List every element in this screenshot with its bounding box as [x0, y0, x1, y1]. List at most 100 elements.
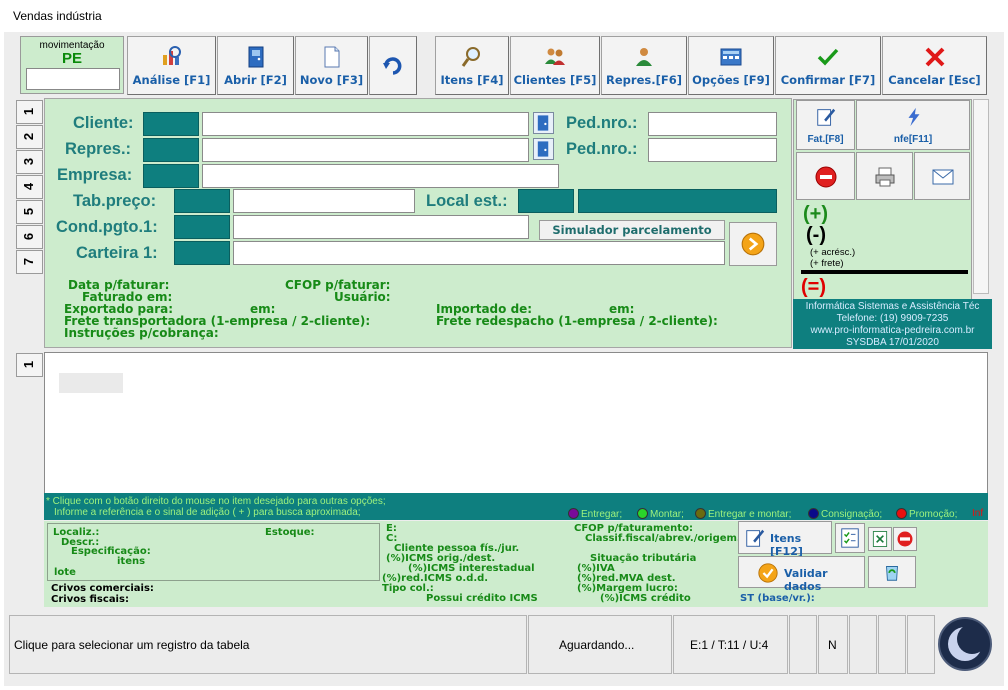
refresh-button[interactable]: [369, 36, 417, 95]
status-state-cell: Aguardando...: [528, 615, 672, 674]
legend-montar-label: Montar;: [650, 509, 684, 520]
grid-tab-1-label: 1: [21, 360, 37, 369]
tab-7-label: 7: [21, 257, 37, 266]
title-bar: Vendas indústria: [0, 0, 1008, 32]
cliente-name-field[interactable]: [202, 112, 529, 136]
grid-selected-cell[interactable]: [59, 373, 123, 393]
equals-sign: (=): [801, 276, 826, 298]
repres-button[interactable]: Repres.[F6]: [601, 36, 687, 95]
edit-document-icon: [746, 529, 765, 547]
open-door-icon: [248, 46, 263, 68]
itens-f12-button[interactable]: Itens [F12]: [738, 521, 832, 558]
clientes-button[interactable]: Clientes [F5]: [510, 36, 600, 95]
email-button[interactable]: [914, 152, 970, 200]
abrir-button[interactable]: Abrir [F2]: [217, 36, 294, 95]
tab-2[interactable]: 2: [16, 125, 43, 149]
checklist-icon: [841, 528, 859, 548]
tab-7[interactable]: 7: [16, 250, 43, 274]
cond-pgto-code-field[interactable]: [174, 215, 230, 239]
fat-button[interactable]: Fat.[F8]: [796, 100, 855, 150]
grid-tab-1[interactable]: 1: [16, 353, 43, 377]
envelope-icon: [932, 169, 954, 185]
tab-preco-name-field[interactable]: [233, 189, 415, 213]
empresa-code-field[interactable]: [143, 164, 199, 188]
movimentacao-input[interactable]: [26, 68, 120, 90]
legend-entregar-montar-label: Entregar e montar;: [708, 509, 792, 520]
repres-lookup-button[interactable]: [533, 138, 554, 160]
consignacao-dot: [808, 508, 819, 519]
tab-preco-code-field[interactable]: [174, 189, 230, 213]
status-empty-cell-4: [907, 615, 935, 674]
local-est-name-field[interactable]: [578, 189, 777, 213]
window-title: Vendas indústria: [13, 9, 102, 23]
refresh-arrow-icon: [383, 57, 402, 75]
st-base-label: ST (base/vr.):: [740, 593, 815, 604]
legend-consignacao-label: Consignação;: [821, 509, 883, 520]
company-name: Informática Sistemas e Assistência Téc: [805, 301, 980, 312]
opcoes-button[interactable]: Opções [F9]: [688, 36, 774, 95]
cliente-code-field[interactable]: [143, 112, 199, 136]
ped-nro-label-2: Ped.nro.:: [566, 140, 638, 158]
status-counters: E:1 / T:11 / U:4: [690, 638, 769, 652]
minus-sign: (-): [806, 224, 826, 246]
legend-consignacao: Consignação;: [808, 508, 882, 520]
remove-item-button[interactable]: [893, 527, 917, 551]
items-grid[interactable]: [44, 352, 988, 494]
icms-credito-label: (%)ICMS crédito: [600, 593, 691, 604]
status-empty-cell-1: [789, 615, 817, 674]
checklist-button[interactable]: [835, 523, 865, 553]
tab-1[interactable]: 1: [16, 100, 43, 124]
ped-nro-field-1[interactable]: [648, 112, 777, 136]
status-bar: Clique para selecionar um registro da ta…: [9, 615, 935, 674]
total-divider: [801, 270, 968, 274]
classif-fiscal-label: Classif.fiscal/abrev./origem.: [585, 533, 741, 544]
company-site: www.pro-informatica-pedreira.com.br: [810, 325, 975, 336]
novo-button[interactable]: Novo [F3]: [295, 36, 368, 95]
right-panel-scrollbar[interactable]: [973, 99, 989, 294]
excel-icon: [872, 531, 888, 547]
movimentacao-box: movimentação PE: [20, 36, 124, 94]
tab-5[interactable]: 5: [16, 200, 43, 224]
repres-code-field[interactable]: [143, 138, 199, 162]
cliente-lookup-button[interactable]: [533, 112, 554, 134]
analise-button[interactable]: Análise [F1]: [127, 36, 216, 95]
validar-dados-button[interactable]: Validar dados: [738, 556, 865, 593]
abrir-label: Abrir [F2]: [224, 73, 287, 87]
confirmar-button[interactable]: Confirmar [F7]: [775, 36, 881, 95]
simulador-parcelamento-button[interactable]: Simulador parcelamento: [539, 220, 725, 240]
tab-3[interactable]: 3: [16, 150, 43, 174]
empresa-name-field[interactable]: [202, 164, 559, 188]
representative-icon: [636, 48, 652, 66]
tab-2-label: 2: [21, 132, 37, 141]
legend-entregar-label: Entregar;: [581, 509, 623, 520]
ped-nro-field-2[interactable]: [648, 138, 777, 162]
carteira-code-field[interactable]: [174, 241, 230, 265]
confirmar-label: Confirmar [F7]: [780, 73, 876, 87]
cancel-nfe-button[interactable]: [796, 152, 855, 200]
edit-document-icon: [817, 108, 836, 126]
cancelar-button[interactable]: Cancelar [Esc]: [882, 36, 987, 95]
cond-pgto-name-field[interactable]: [233, 215, 529, 239]
local-est-code-field[interactable]: [518, 189, 574, 213]
frete-label: (+ frete): [810, 258, 844, 269]
carteira-go-button[interactable]: [729, 222, 777, 266]
users-icon: [545, 48, 565, 65]
itens-button[interactable]: Itens [F4]: [435, 36, 509, 95]
status-counters-cell: E:1 / T:11 / U:4: [673, 615, 788, 674]
tab-1-label: 1: [21, 107, 37, 116]
cancelar-label: Cancelar [Esc]: [888, 73, 981, 87]
recycle-button[interactable]: [868, 556, 916, 588]
tab-6-label: 6: [21, 232, 37, 241]
carteira-name-field[interactable]: [233, 241, 725, 265]
novo-label: Novo [F3]: [299, 73, 364, 87]
nfe-button[interactable]: nfe[F11]: [856, 100, 970, 150]
print-button[interactable]: [856, 152, 913, 200]
new-document-icon: [324, 46, 339, 68]
excel-button[interactable]: [868, 527, 892, 551]
tab-4[interactable]: 4: [16, 175, 43, 199]
itens-label: Itens [F4]: [440, 73, 504, 87]
status-flag-cell: N: [818, 615, 848, 674]
tab-6[interactable]: 6: [16, 225, 43, 249]
moon-logo-icon: [938, 617, 992, 671]
repres-name-field[interactable]: [202, 138, 529, 162]
